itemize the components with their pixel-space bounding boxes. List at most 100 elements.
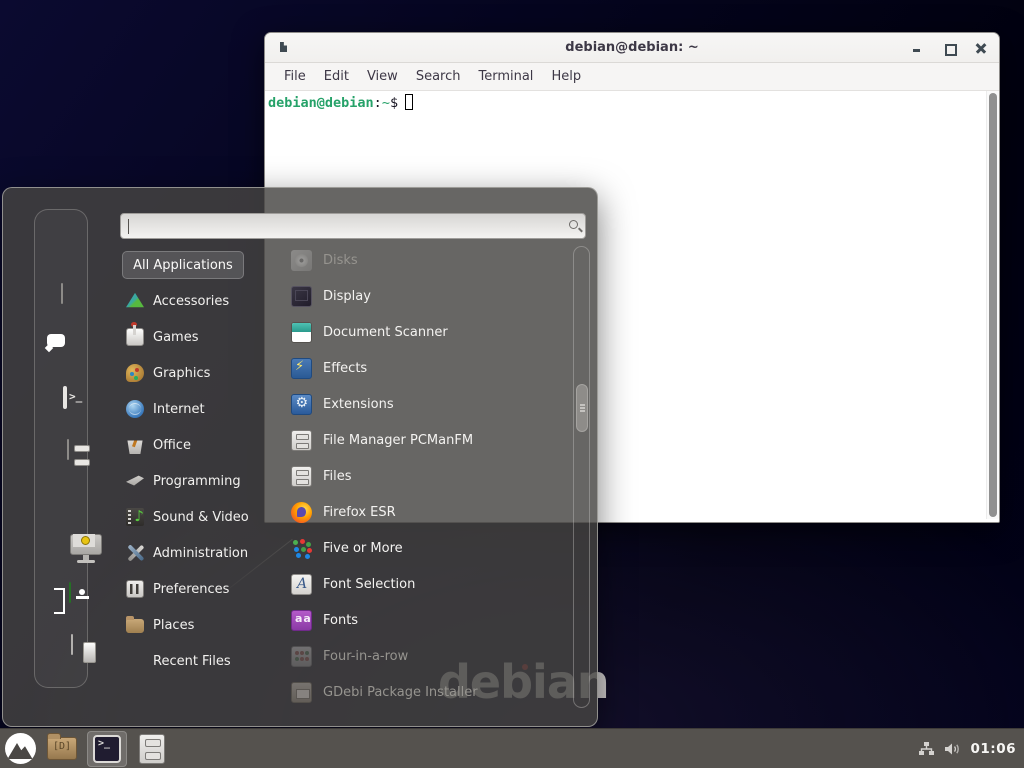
category-internet[interactable]: Internet — [126, 391, 291, 427]
network-icon[interactable] — [918, 741, 935, 757]
favorites-rail — [34, 209, 88, 688]
app-pcmanfm[interactable]: File Manager PCManFM — [291, 422, 569, 458]
prompt-symbol: $ — [390, 95, 398, 111]
graphics-icon — [126, 364, 144, 382]
files-icon — [291, 466, 312, 487]
terminal-titlebar[interactable]: debian@debian: ~ — [265, 33, 999, 63]
app-firefox-esr[interactable]: Firefox ESR — [291, 494, 569, 530]
category-label: Places — [153, 618, 194, 633]
category-label: Graphics — [153, 366, 210, 381]
extensions-icon — [291, 394, 312, 415]
category-graphics[interactable]: Graphics — [126, 355, 291, 391]
logout-icon[interactable] — [69, 582, 71, 603]
category-games[interactable]: Games — [126, 319, 291, 355]
app-display[interactable]: Display — [291, 278, 569, 314]
internet-icon — [126, 400, 144, 418]
app-gdebi[interactable]: GDebi Package Installer — [291, 674, 569, 710]
folder-icon — [47, 737, 77, 760]
base-shape — [77, 560, 95, 563]
accessories-icon — [126, 292, 144, 310]
search-input[interactable] — [133, 216, 553, 236]
terminal-menubar: File Edit View Search Terminal Help — [265, 63, 999, 91]
application-list: Disks Display Document Scanner Effects E… — [291, 242, 569, 710]
search-box[interactable] — [120, 213, 586, 239]
app-four-in-a-row[interactable]: Four-in-a-row — [291, 638, 569, 674]
category-office[interactable]: Office — [126, 427, 291, 463]
shutdown-icon[interactable] — [71, 634, 73, 655]
category-administration[interactable]: Administration — [126, 535, 291, 571]
file-manager-icon — [291, 430, 312, 451]
category-label: Accessories — [153, 294, 229, 309]
fonts-icon — [291, 610, 312, 631]
close-icon[interactable] — [976, 43, 987, 54]
app-label: Document Scanner — [323, 325, 448, 340]
app-label: Effects — [323, 361, 367, 376]
app-font-selection[interactable]: Font Selection — [291, 566, 569, 602]
system-tray: 01:06 — [918, 741, 1024, 757]
favorite-terminal-icon[interactable] — [63, 386, 67, 409]
favorite-keyboard-icon[interactable] — [61, 283, 63, 304]
taskbar-terminal-active[interactable] — [87, 731, 127, 767]
app-label: GDebi Package Installer — [323, 685, 478, 700]
category-label: Programming — [153, 474, 241, 489]
disks-icon — [291, 250, 312, 271]
figure-head — [79, 589, 85, 595]
volume-icon[interactable] — [944, 741, 962, 757]
app-five-or-more[interactable]: Five or More — [291, 530, 569, 566]
prompt-colon: : — [374, 95, 382, 111]
terminal-scrollbar[interactable] — [986, 91, 999, 519]
app-fonts[interactable]: Fonts — [291, 602, 569, 638]
app-label: Fonts — [323, 613, 358, 628]
display-icon — [291, 286, 312, 307]
category-programming[interactable]: Programming — [126, 463, 291, 499]
category-label: Games — [153, 330, 198, 345]
app-label: Display — [323, 289, 371, 304]
menu-search[interactable]: Search — [407, 65, 470, 88]
places-icon — [126, 619, 144, 633]
window-title: debian@debian: ~ — [265, 40, 999, 55]
menu-scrollbar[interactable] — [573, 246, 590, 708]
category-label: Internet — [153, 402, 205, 417]
programming-icon — [126, 472, 144, 490]
menu-scrollbar-thumb[interactable] — [576, 384, 588, 432]
clock[interactable]: 01:06 — [971, 741, 1016, 757]
menu-terminal[interactable]: Terminal — [469, 65, 542, 88]
app-document-scanner[interactable]: Document Scanner — [291, 314, 569, 350]
category-label: Recent Files — [153, 654, 231, 669]
app-label: Firefox ESR — [323, 505, 396, 520]
app-label: Five or More — [323, 541, 403, 556]
app-files[interactable]: Files — [291, 458, 569, 494]
app-label: Extensions — [323, 397, 394, 412]
app-extensions[interactable]: Extensions — [291, 386, 569, 422]
taskbar: 01:06 — [0, 728, 1024, 768]
shell-prompt: debian@debian:~$ — [268, 94, 413, 113]
maximize-icon[interactable] — [944, 43, 955, 54]
category-preferences[interactable]: Preferences — [126, 571, 291, 607]
filter-all-applications[interactable]: All Applications — [122, 251, 244, 279]
text-cursor — [405, 94, 413, 110]
app-label: Font Selection — [323, 577, 415, 592]
scrollbar-thumb[interactable] — [989, 93, 997, 517]
firefox-icon — [291, 502, 312, 523]
four-in-a-row-icon — [291, 646, 312, 667]
minimize-icon[interactable] — [912, 43, 923, 54]
app-disks[interactable]: Disks — [291, 242, 569, 278]
category-recent-files[interactable]: Recent Files — [126, 643, 291, 679]
category-accessories[interactable]: Accessories — [126, 283, 291, 319]
category-places[interactable]: Places — [126, 607, 291, 643]
menu-button[interactable] — [0, 729, 40, 768]
category-list: Accessories Games Graphics Internet Offi… — [126, 283, 291, 679]
menu-file[interactable]: File — [275, 65, 315, 88]
menu-view[interactable]: View — [358, 65, 407, 88]
category-label: Preferences — [153, 582, 229, 597]
font-selection-icon — [291, 574, 312, 595]
favorite-file-manager-icon[interactable] — [67, 439, 69, 460]
category-sound-video[interactable]: Sound & Video — [126, 499, 291, 535]
menu-help[interactable]: Help — [542, 65, 590, 88]
menu-edit[interactable]: Edit — [315, 65, 358, 88]
terminal-icon — [93, 735, 121, 763]
office-icon — [126, 436, 144, 454]
launcher-file-manager[interactable] — [40, 729, 84, 768]
launcher-files[interactable] — [130, 729, 174, 768]
app-effects[interactable]: Effects — [291, 350, 569, 386]
